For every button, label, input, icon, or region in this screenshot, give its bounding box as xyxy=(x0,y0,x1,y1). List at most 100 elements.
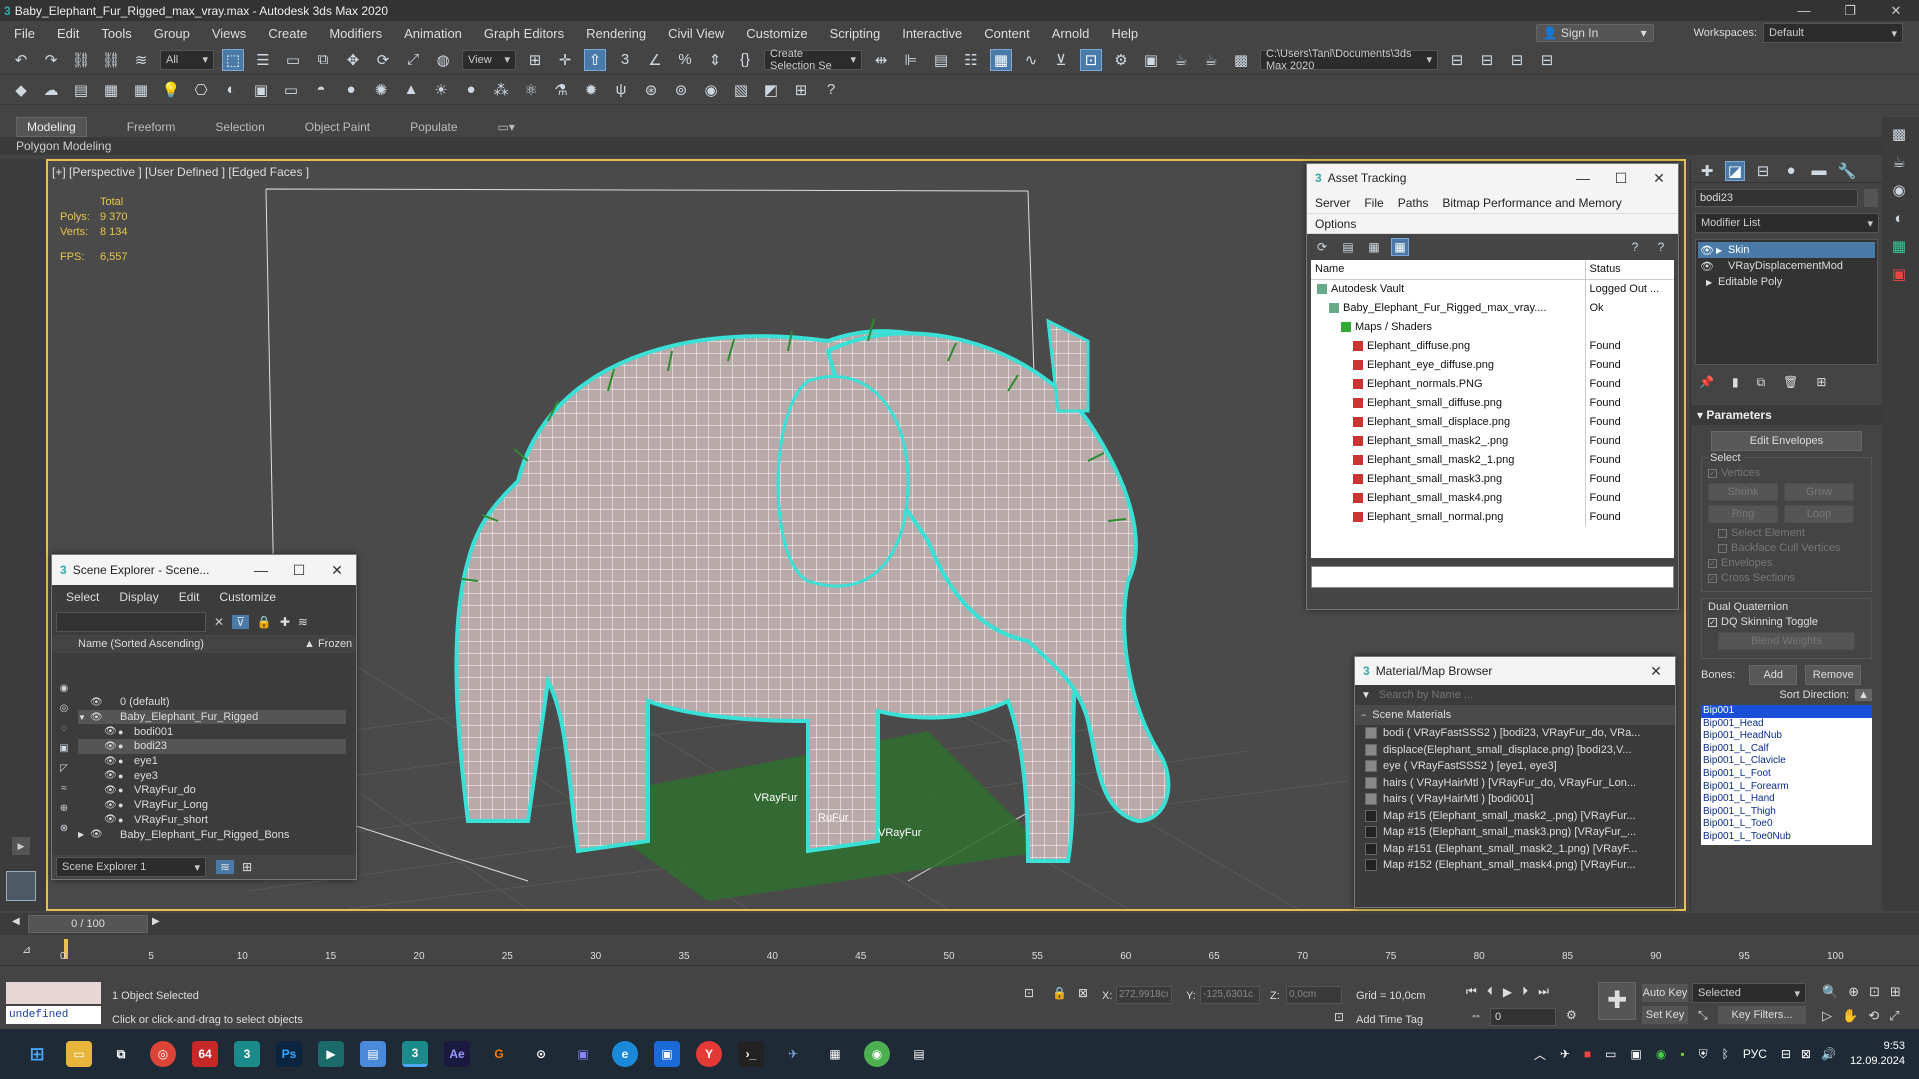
remove-modifier-icon[interactable]: 🗑 xyxy=(1783,375,1798,389)
menu-tools[interactable]: Tools xyxy=(101,26,131,41)
env-icon[interactable]: ⊚ xyxy=(670,79,692,101)
unlink-icon[interactable]: ⛓ xyxy=(100,49,122,71)
tray-app-icon[interactable]: ■ xyxy=(1584,1047,1591,1061)
bone-item[interactable]: Bip001_L_Toe0 xyxy=(1701,818,1872,831)
se-menu-select[interactable]: Select xyxy=(66,590,99,604)
layers-icon[interactable]: ≋ xyxy=(298,615,308,629)
track-bar-icon[interactable]: ⊿ xyxy=(22,943,31,956)
far-manager-icon[interactable]: 64 xyxy=(192,1041,218,1067)
scale-icon[interactable]: ⤢ xyxy=(402,49,424,71)
bone-item[interactable]: Bip001 xyxy=(1701,705,1872,718)
cone-icon[interactable]: ▲ xyxy=(400,79,422,101)
viewport-layout-icon[interactable] xyxy=(6,871,36,901)
refresh-icon[interactable]: ⟳ xyxy=(1313,238,1331,256)
visibility-eye-icon[interactable]: 👁 xyxy=(90,712,104,723)
go-to-start-icon[interactable]: ⏮ xyxy=(1466,984,1477,999)
material-ball-icon[interactable]: ◉ xyxy=(700,79,722,101)
material-icon[interactable]: ◉ xyxy=(1888,179,1910,201)
bone-item[interactable]: Bip001_HeadNub xyxy=(1701,730,1872,743)
se-search-input[interactable] xyxy=(56,612,206,632)
asset-row[interactable]: Autodesk Vault Logged Out ... xyxy=(1311,279,1674,298)
visibility-eye-icon[interactable]: 👁 xyxy=(104,741,118,752)
minimize-icon[interactable]: — xyxy=(242,562,280,579)
green-app-icon[interactable]: ◉ xyxy=(864,1041,890,1067)
bone-item[interactable]: Bip001_L_Thigh xyxy=(1701,806,1872,819)
workspaces-dropdown[interactable]: Default ▾ xyxy=(1763,23,1903,43)
material-editor-icon[interactable]: ⊡ xyxy=(1080,48,1102,71)
add-bone-button[interactable]: Add xyxy=(1749,665,1798,685)
scene-tree-item[interactable]: 👁 0 (default) xyxy=(78,695,346,710)
maximize-viewport-icon[interactable]: ⤢ xyxy=(1889,1008,1899,1024)
orbit-icon[interactable]: ⟲ xyxy=(1868,1008,1879,1024)
display-all-icon[interactable]: ◉ xyxy=(55,679,73,697)
dq-skinning-checkbox[interactable]: ✓ DQ Skinning Toggle xyxy=(1708,616,1865,628)
render-to-texture-icon[interactable]: ▩ xyxy=(1230,49,1252,71)
rotate-icon[interactable]: ⟳ xyxy=(372,49,394,71)
app-icon[interactable]: ▶ xyxy=(318,1041,344,1067)
redo-icon[interactable]: ↷ xyxy=(40,49,62,71)
asset-menu-file[interactable]: File xyxy=(1364,196,1383,210)
asset-row[interactable]: Elephant_small_mask2_1.png Found xyxy=(1311,450,1674,469)
menu-arnold[interactable]: Arnold xyxy=(1052,26,1090,41)
yandex-icon[interactable]: Y xyxy=(696,1041,722,1067)
save-project-icon[interactable]: ⊟ xyxy=(1506,49,1528,71)
tab-object-paint[interactable]: Object Paint xyxy=(305,120,370,134)
decal-icon[interactable]: ⊛ xyxy=(640,79,662,101)
checker-icon[interactable]: ▩ xyxy=(1888,123,1910,145)
maximize-icon[interactable]: ☐ xyxy=(280,562,318,579)
language-indicator[interactable]: РУС xyxy=(1743,1047,1767,1061)
maxscript-output[interactable]: undefined xyxy=(6,1006,101,1024)
expand-icon[interactable]: ▶ xyxy=(78,830,90,839)
key-mode-dropdown[interactable]: Selected ▾ xyxy=(1692,983,1806,1003)
material-item[interactable]: bodi ( VRayFastSSS2 ) [bodi23, VRayFur_d… xyxy=(1365,725,1675,742)
eye-icon[interactable]: 👁 xyxy=(1698,260,1716,273)
cloud-icon[interactable]: ☁ xyxy=(40,79,62,101)
project-path-dropdown[interactable]: C:\Users\Tani\Documents\3ds Max 2020 ▾ xyxy=(1260,48,1438,72)
ring-button[interactable]: Ring xyxy=(1708,505,1778,523)
bone-item[interactable]: Bip001_L_Clavicle xyxy=(1701,755,1872,768)
add-layer-icon[interactable]: ✚ xyxy=(280,615,290,629)
menu-file[interactable]: File xyxy=(14,26,35,41)
file-explorer-icon[interactable]: ▭ xyxy=(66,1041,92,1067)
bone-item[interactable]: Bip001_L_Calf xyxy=(1701,743,1872,756)
teapot-icon[interactable]: ☕ xyxy=(1888,151,1910,173)
settings-icon[interactable]: ⊞ xyxy=(790,79,812,101)
layer-mode-icon[interactable]: ≋ xyxy=(216,860,235,874)
chevron-down-icon[interactable]: ▼ xyxy=(1361,690,1371,701)
auto-key-button[interactable]: Auto Key xyxy=(1642,984,1688,1002)
asset-row[interactable]: Elephant_small_mask3.png Found xyxy=(1311,469,1674,488)
visibility-eye-icon[interactable]: 👁 xyxy=(104,785,118,796)
key-mode-icon[interactable]: ⇔ xyxy=(1470,1008,1482,1022)
photoshop-icon[interactable]: Ps xyxy=(276,1041,302,1067)
explorer-name-dropdown[interactable]: Scene Explorer 1 ▾ xyxy=(56,857,206,877)
move-icon[interactable]: ✥ xyxy=(342,49,364,71)
proxy-icon[interactable]: ⚗ xyxy=(550,79,572,101)
envelopes-checkbox[interactable]: ✓ Envelopes xyxy=(1708,557,1865,569)
maximize-icon[interactable]: ☐ xyxy=(1602,170,1640,187)
object-color-swatch[interactable] xyxy=(1864,189,1878,207)
tray-telegram-icon[interactable]: ✈ xyxy=(1560,1047,1570,1061)
sun-icon[interactable]: ☀ xyxy=(430,79,452,101)
telegram-like-icon[interactable]: ✈ xyxy=(780,1041,806,1067)
rendered-frame-window-icon[interactable]: ▣ xyxy=(1140,49,1162,71)
modify-tab-icon[interactable]: ◪ xyxy=(1725,160,1745,181)
project-options-icon[interactable]: ⊟ xyxy=(1536,49,1558,71)
prev-key-icon[interactable]: ⏴ xyxy=(1487,984,1493,999)
edge-icon[interactable]: e xyxy=(612,1041,638,1067)
minimize-icon[interactable]: — xyxy=(1564,170,1602,187)
toggle-ribbon-icon[interactable]: ☷ xyxy=(960,49,982,71)
scene-tree-item[interactable]: 👁 ● VRayFur_do xyxy=(78,783,346,798)
snaps-toggle-icon[interactable]: 3 xyxy=(614,49,636,71)
next-key-icon[interactable]: ⏵ xyxy=(1522,984,1528,999)
make-unique-icon[interactable]: ⧉ xyxy=(1757,375,1766,390)
zoom-icon[interactable]: 🔍 xyxy=(1822,984,1838,1000)
gear-icon[interactable]: ✹ xyxy=(580,79,602,101)
asset-menu-options[interactable]: Options xyxy=(1315,217,1356,231)
material-search-input[interactable] xyxy=(1378,689,1659,701)
material-item[interactable]: Map #152 (Elephant_small_mask4.png) [VRa… xyxy=(1365,857,1675,874)
expand-icon[interactable]: ▶ xyxy=(12,837,30,855)
material-item[interactable]: hairs ( VRayHairMtl ) [bodi001] xyxy=(1365,791,1675,808)
loop-button[interactable]: Loop xyxy=(1784,505,1854,523)
asset-row[interactable]: Elephant_small_diffuse.png Found xyxy=(1311,393,1674,412)
maxscript-listener[interactable] xyxy=(6,982,101,1004)
